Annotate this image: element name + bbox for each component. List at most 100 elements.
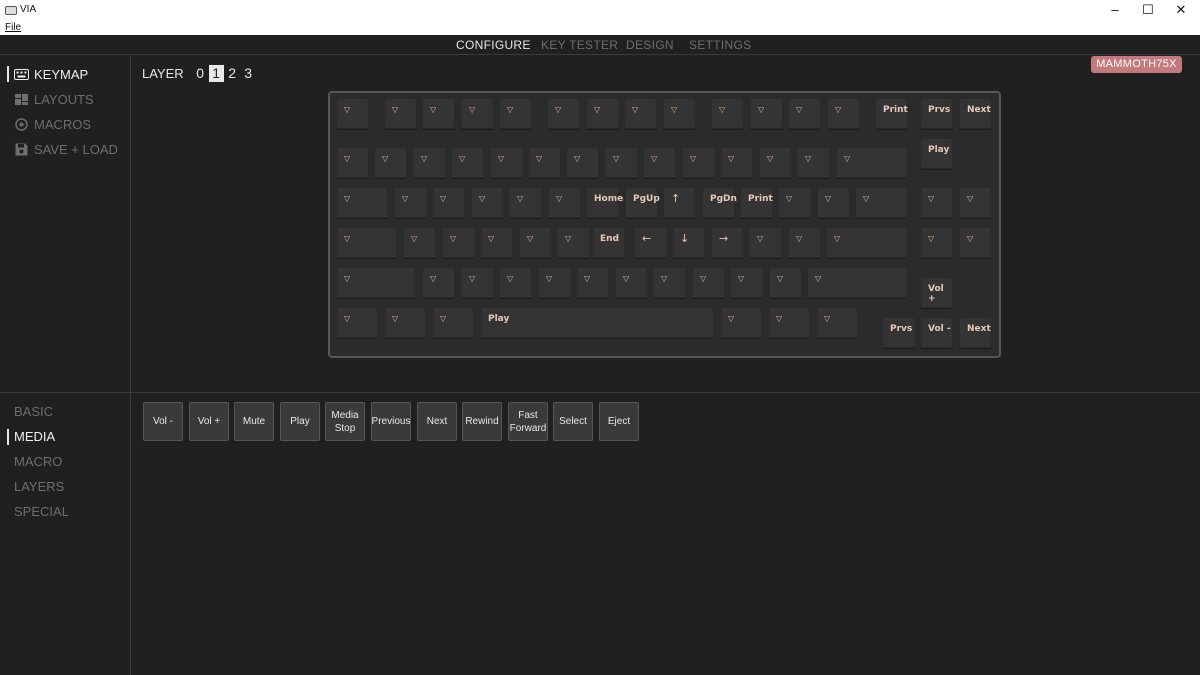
keycode-select[interactable]: Select xyxy=(553,402,593,441)
key-pgup[interactable]: PgUp xyxy=(625,187,660,218)
key-ralt[interactable]: ▽ xyxy=(720,307,762,338)
key[interactable]: ▽ xyxy=(778,187,811,218)
key[interactable]: ▽ xyxy=(624,98,657,129)
keycode-vol-down[interactable]: Vol - xyxy=(143,402,183,441)
key-right-arrow[interactable]: → xyxy=(711,227,744,258)
maximize-button[interactable]: ☐ xyxy=(1133,1,1163,19)
layer-3-button[interactable]: 3 xyxy=(241,65,256,82)
keycode-next[interactable]: Next xyxy=(417,402,457,441)
category-macro[interactable]: MACRO xyxy=(14,454,62,469)
key-enter[interactable]: ▽ xyxy=(826,227,907,258)
key[interactable]: ▽ xyxy=(557,227,590,258)
key-lctrl[interactable]: ▽ xyxy=(336,307,378,338)
key[interactable]: ▽ xyxy=(499,267,532,298)
key-lwin[interactable]: ▽ xyxy=(384,307,426,338)
sidebar-item-keymap[interactable]: KEYMAP xyxy=(14,64,88,84)
key[interactable]: ▽ xyxy=(759,147,792,178)
key-backspace[interactable]: ▽ xyxy=(836,147,907,178)
keycode-rewind[interactable]: Rewind xyxy=(462,402,502,441)
key-down-arrow[interactable]: ↓ xyxy=(672,227,705,258)
key[interactable]: ▽ xyxy=(374,147,407,178)
key[interactable]: ▽ xyxy=(509,187,542,218)
minimize-button[interactable]: – xyxy=(1100,1,1130,19)
key[interactable]: ▽ xyxy=(663,98,696,129)
key[interactable]: ▽ xyxy=(817,187,850,218)
key[interactable]: ▽ xyxy=(586,98,619,129)
key-end[interactable]: End xyxy=(592,227,625,258)
key-lshift[interactable]: ▽ xyxy=(336,267,416,298)
key[interactable]: ▽ xyxy=(643,147,676,178)
key[interactable]: ▽ xyxy=(384,98,417,129)
key[interactable]: ▽ xyxy=(471,187,504,218)
key-home[interactable]: Home xyxy=(586,187,623,218)
key[interactable]: ▽ xyxy=(548,187,581,218)
key[interactable]: ▽ xyxy=(692,267,725,298)
keycode-mute[interactable]: Mute xyxy=(234,402,274,441)
key-play[interactable]: Play xyxy=(920,138,953,169)
category-special[interactable]: SPECIAL xyxy=(14,504,69,519)
key-left-arrow[interactable]: ← xyxy=(634,227,667,258)
key[interactable]: ▽ xyxy=(538,267,571,298)
key[interactable]: ▽ xyxy=(547,98,580,129)
key-fn[interactable]: ▽ xyxy=(768,307,810,338)
key-prvs[interactable]: Prvs xyxy=(920,98,953,129)
key[interactable]: ▽ xyxy=(615,267,648,298)
key-rctrl[interactable]: ▽ xyxy=(816,307,858,338)
key[interactable]: ▽ xyxy=(490,147,523,178)
key[interactable]: ▽ xyxy=(920,227,953,258)
category-basic[interactable]: BASIC xyxy=(14,404,53,419)
key[interactable]: ▽ xyxy=(451,147,484,178)
key[interactable]: ▽ xyxy=(797,147,830,178)
key-next[interactable]: Next xyxy=(959,98,992,129)
layer-1-button[interactable]: 1 xyxy=(208,64,224,82)
menu-file[interactable]: File xyxy=(5,22,21,33)
key-vol-up[interactable]: Vol + xyxy=(920,277,953,308)
key-backslash[interactable]: ▽ xyxy=(855,187,907,218)
key[interactable]: ▽ xyxy=(336,98,369,129)
tab-settings[interactable]: SETTINGS xyxy=(689,38,751,52)
tab-design[interactable]: DESIGN xyxy=(626,38,674,52)
key[interactable]: ▽ xyxy=(605,147,638,178)
key[interactable]: ▽ xyxy=(461,267,494,298)
key[interactable]: ▽ xyxy=(566,147,599,178)
key[interactable]: ▽ xyxy=(394,187,427,218)
key[interactable]: ▽ xyxy=(959,187,992,218)
key[interactable]: ▽ xyxy=(720,147,753,178)
key[interactable]: ▽ xyxy=(442,227,475,258)
layer-2-button[interactable]: 2 xyxy=(225,65,240,82)
key-rshift[interactable]: ▽ xyxy=(807,267,907,298)
key[interactable]: ▽ xyxy=(413,147,446,178)
key-print[interactable]: Print xyxy=(740,187,773,218)
key[interactable]: ▽ xyxy=(749,227,782,258)
sidebar-item-layouts[interactable]: LAYOUTS xyxy=(14,89,94,109)
key[interactable]: ▽ xyxy=(788,98,821,129)
key[interactable]: ▽ xyxy=(422,267,455,298)
key[interactable]: ▽ xyxy=(959,227,992,258)
close-button[interactable]: ✕ xyxy=(1166,1,1196,19)
category-media[interactable]: MEDIA xyxy=(14,429,55,444)
key[interactable]: ▽ xyxy=(432,187,465,218)
key[interactable]: ▽ xyxy=(788,227,821,258)
key[interactable]: ▽ xyxy=(422,98,455,129)
keycode-previous[interactable]: Previous xyxy=(371,402,411,441)
key[interactable]: ▽ xyxy=(827,98,860,129)
key-pgdn[interactable]: PgDn xyxy=(702,187,737,218)
keycode-vol-up[interactable]: Vol + xyxy=(189,402,229,441)
key[interactable]: ▽ xyxy=(528,147,561,178)
keycode-media-stop[interactable]: Media Stop xyxy=(325,402,365,441)
keycode-play[interactable]: Play xyxy=(280,402,320,441)
sidebar-item-macros[interactable]: MACROS xyxy=(14,114,91,134)
key-lalt[interactable]: ▽ xyxy=(432,307,474,338)
key-print[interactable]: Print xyxy=(875,98,908,129)
key[interactable]: ▽ xyxy=(920,187,953,218)
key[interactable]: ▽ xyxy=(480,227,513,258)
key[interactable]: ▽ xyxy=(653,267,686,298)
tab-key-tester[interactable]: KEY TESTER xyxy=(541,38,618,52)
key[interactable]: ▽ xyxy=(769,267,802,298)
category-layers[interactable]: LAYERS xyxy=(14,479,64,494)
key[interactable]: ▽ xyxy=(403,227,436,258)
key[interactable]: ▽ xyxy=(750,98,783,129)
key[interactable]: ▽ xyxy=(730,267,763,298)
keycode-fast-forward[interactable]: Fast Forward xyxy=(508,402,548,441)
key[interactable]: ▽ xyxy=(499,98,532,129)
